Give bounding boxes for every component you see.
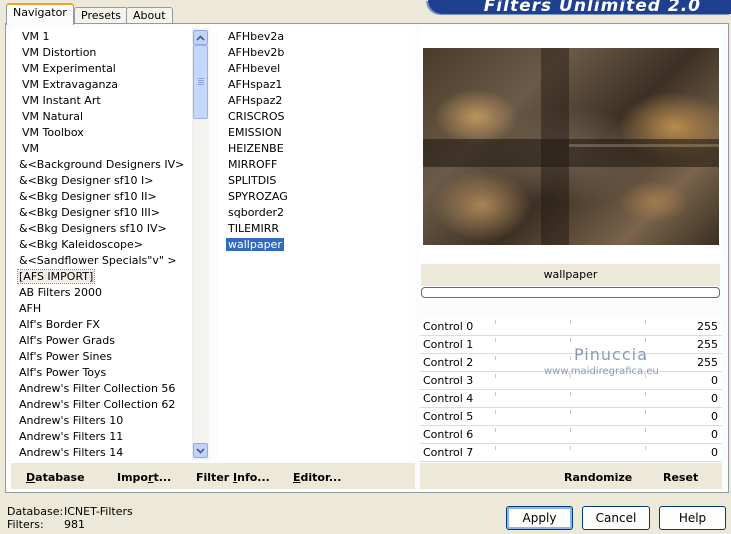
category-item[interactable]: VM Instant Art: [18, 93, 209, 109]
category-list[interactable]: VM 1 VM Distortion VM Experimental VM Extra…: [11, 28, 209, 460]
category-item[interactable]: Andrew's Filters 14: [18, 445, 209, 460]
filter-item[interactable]: AFHbevel: [218, 61, 415, 77]
category-item[interactable]: VM 1: [18, 29, 209, 45]
filter-item[interactable]: TILEMIRR: [218, 221, 415, 237]
control-value: 0: [711, 392, 718, 405]
cancel-button[interactable]: Cancel: [582, 506, 650, 530]
watermark-url: www.maidiregrafica.eu: [544, 366, 659, 377]
category-item[interactable]: &<Bkg Kaleidoscope>: [18, 237, 209, 253]
category-scrollbar[interactable]: [192, 28, 209, 460]
control-label: Control 7: [423, 446, 474, 459]
filter-item[interactable]: CRISCROS: [218, 109, 415, 125]
category-item[interactable]: VM Extravaganza: [18, 77, 209, 93]
category-item[interactable]: AB Filters 2000: [18, 285, 209, 301]
filters-count-label: Filters:: [7, 518, 44, 531]
app-title: Filters Unlimited 2.0: [483, 0, 701, 16]
watermark-name: Pinuccia: [574, 345, 648, 364]
filter-item[interactable]: AFHspaz2: [218, 93, 415, 109]
control-value: 0: [711, 446, 718, 459]
tab-navigator[interactable]: Navigator: [6, 3, 74, 25]
category-item[interactable]: Alf's Power Sines: [18, 349, 209, 365]
category-item[interactable]: Alf's Border FX: [18, 317, 209, 333]
import-button[interactable]: Import...: [117, 471, 171, 484]
filter-item[interactable]: HEIZENBE: [218, 141, 415, 157]
filter-name-label: wallpaper: [421, 264, 720, 286]
control-slider-row[interactable]: Control 4 0: [420, 390, 722, 408]
control-value: 255: [697, 338, 718, 351]
category-item[interactable]: Alf's Power Grads: [18, 333, 209, 349]
filter-item[interactable]: AFHbev2b: [218, 45, 415, 61]
chevron-down-icon: [196, 447, 205, 454]
category-item[interactable]: VM Toolbox: [18, 125, 209, 141]
control-label: Control 0: [423, 320, 474, 333]
filter-list[interactable]: AFHbev2a AFHbev2b AFHbevel AFHspaz1 AFHspaz2…: [218, 28, 415, 460]
chevron-up-icon: [196, 34, 205, 41]
category-item[interactable]: Andrew's Filters 10: [18, 413, 209, 429]
left-action-bar: Database Import... Filter Info... Editor…: [11, 463, 415, 489]
category-item[interactable]: &<Bkg Designer sf10 III>: [18, 205, 209, 221]
control-slider-row[interactable]: Control 1 255: [420, 336, 722, 354]
control-label: Control 5: [423, 410, 474, 423]
filter-info-button[interactable]: Filter Info...: [196, 471, 270, 484]
database-button[interactable]: Database: [26, 471, 85, 484]
category-item[interactable]: Andrew's Filters 11: [18, 429, 209, 445]
category-item[interactable]: &<Background Designers IV>: [18, 157, 209, 173]
filter-item[interactable]: wallpaper: [218, 237, 415, 253]
filter-item[interactable]: MIRROFF: [218, 157, 415, 173]
database-value: ICNET-Filters: [64, 505, 133, 518]
category-item[interactable]: &<Bkg Designers sf10 IV>: [18, 221, 209, 237]
category-item[interactable]: [AFS IMPORT]: [16, 269, 209, 285]
filter-item[interactable]: SPLITDIS: [218, 173, 415, 189]
control-slider-row[interactable]: Control 7 0: [420, 444, 722, 462]
category-item[interactable]: Andrew's Filter Collection 56: [18, 381, 209, 397]
editor-button[interactable]: Editor...: [293, 471, 341, 484]
filter-item[interactable]: SPYROZAG: [218, 189, 415, 205]
apply-button[interactable]: Apply: [506, 506, 573, 530]
scroll-thumb[interactable]: [193, 45, 208, 119]
category-item[interactable]: VM: [18, 141, 209, 157]
right-action-bar: Randomize Reset: [420, 463, 722, 489]
control-slider-row[interactable]: Control 0 255: [420, 318, 722, 336]
filter-item[interactable]: AFHbev2a: [218, 29, 415, 45]
control-value: 255: [697, 356, 718, 369]
control-slider-row[interactable]: Control 5 0: [420, 408, 722, 426]
tab-presets[interactable]: Presets: [74, 7, 129, 23]
database-label: Database:: [7, 505, 64, 518]
preview-image: [423, 48, 719, 245]
reset-button[interactable]: Reset: [663, 471, 698, 484]
title-banner: Filters Unlimited 2.0: [428, 0, 731, 16]
control-label: Control 4: [423, 392, 474, 405]
category-item[interactable]: VM Distortion: [18, 45, 209, 61]
control-label: Control 6: [423, 428, 474, 441]
filters-count-value: 981: [64, 518, 85, 531]
filter-item[interactable]: sqborder2: [218, 205, 415, 221]
control-value: 0: [711, 410, 718, 423]
category-item[interactable]: AFH: [18, 301, 209, 317]
scroll-up-button[interactable]: [193, 30, 208, 45]
control-value: 255: [697, 320, 718, 333]
control-value: 0: [711, 374, 718, 387]
category-item[interactable]: &<Sandflower Specials"v" >: [18, 253, 209, 269]
filter-item[interactable]: EMISSION: [218, 125, 415, 141]
category-item[interactable]: VM Experimental: [18, 61, 209, 77]
control-label: Control 2: [423, 356, 474, 369]
category-item[interactable]: Andrew's Filter Collection 62: [18, 397, 209, 413]
scroll-down-button[interactable]: [193, 443, 208, 458]
category-item[interactable]: VM Natural: [18, 109, 209, 125]
control-label: Control 3: [423, 374, 474, 387]
category-item[interactable]: Alf's Power Toys: [18, 365, 209, 381]
filter-item[interactable]: AFHspaz1: [218, 77, 415, 93]
controls-panel: Control 0 255 Control 1 255 Control 2 255 Cont…: [420, 318, 722, 462]
category-item[interactable]: &<Bkg Designer sf10 II>: [18, 189, 209, 205]
help-button[interactable]: Help: [659, 506, 726, 530]
randomize-button[interactable]: Randomize: [564, 471, 632, 484]
progress-bar: [421, 287, 720, 298]
category-item[interactable]: &<Bkg Designer sf10 I>: [18, 173, 209, 189]
control-slider-row[interactable]: Control 6 0: [420, 426, 722, 444]
tab-about[interactable]: About: [126, 7, 173, 23]
control-value: 0: [711, 428, 718, 441]
control-label: Control 1: [423, 338, 474, 351]
